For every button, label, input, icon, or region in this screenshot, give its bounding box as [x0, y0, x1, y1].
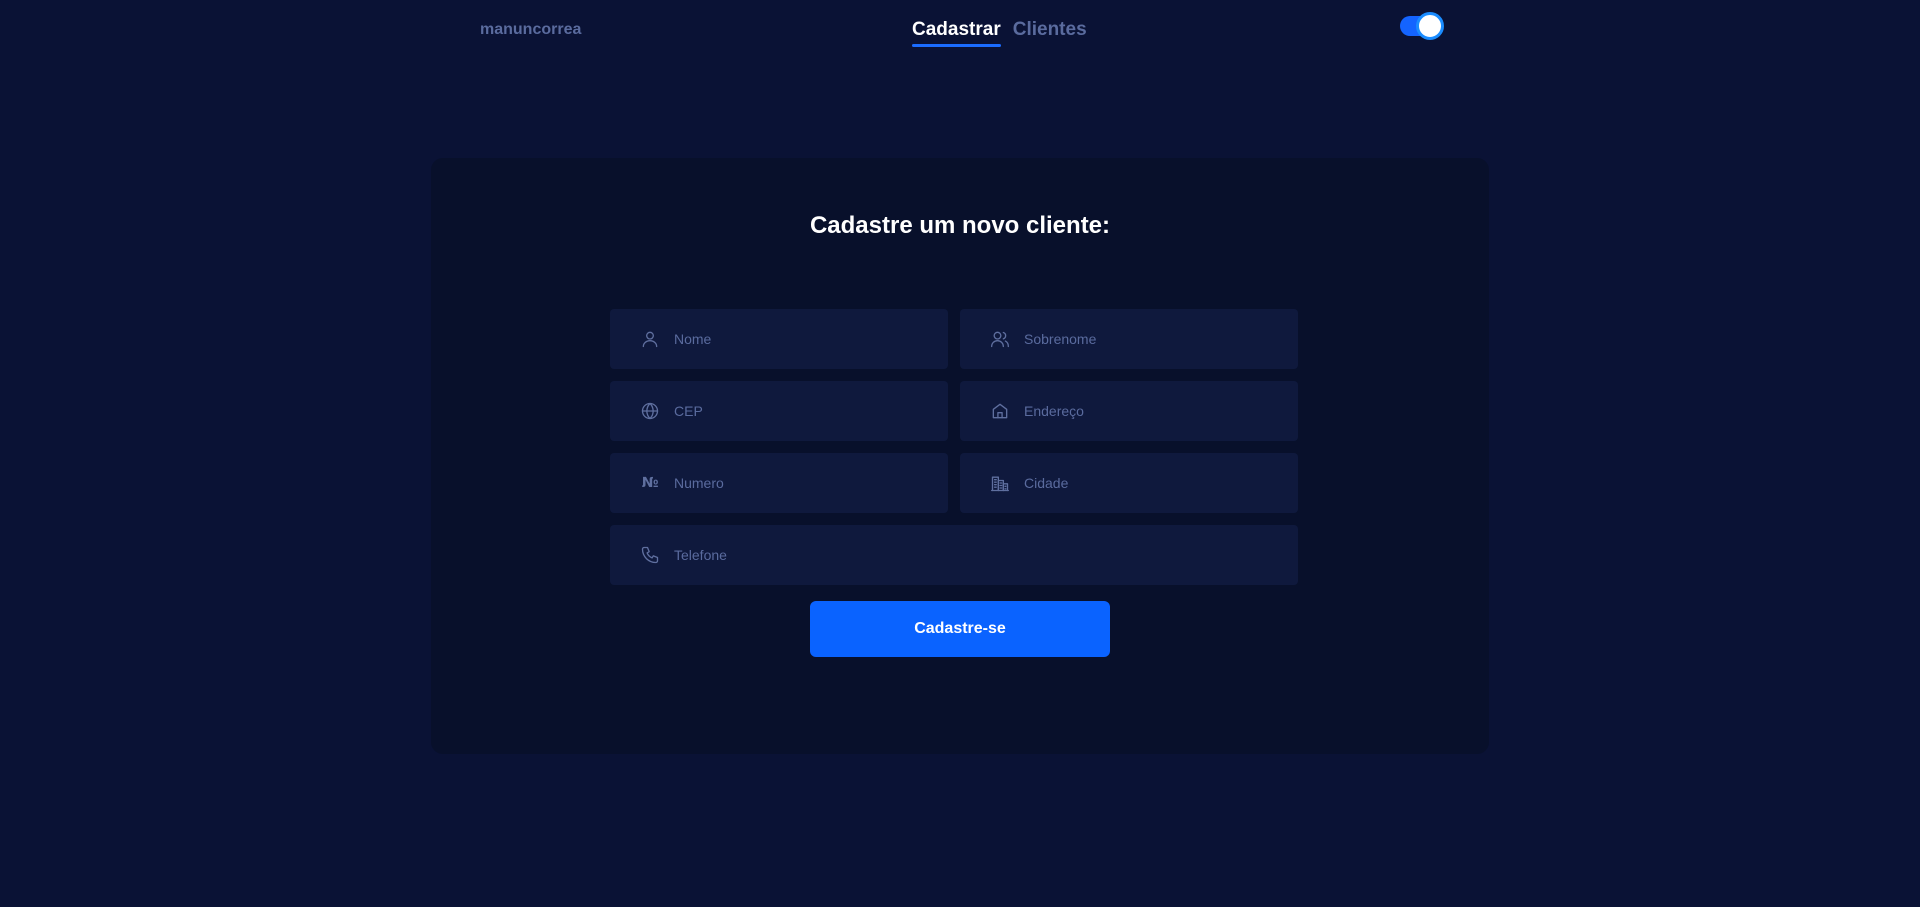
top-navbar: manuncorrea Cadastrar Clientes [0, 0, 1920, 62]
phone-icon [640, 545, 660, 565]
home-icon [990, 401, 1010, 421]
endereco-field[interactable] [960, 381, 1298, 441]
nome-field[interactable] [610, 309, 948, 369]
telefone-field[interactable] [610, 525, 1298, 585]
brand-name[interactable]: manuncorrea [480, 21, 581, 39]
buildings-icon [990, 473, 1010, 493]
submit-button[interactable]: Cadastre-se [810, 601, 1110, 657]
sobrenome-field[interactable] [960, 309, 1298, 369]
register-card: Cadastre um novo cliente: Nome Sobrenome… [431, 158, 1489, 754]
toggle-knob [1416, 12, 1444, 40]
nome-input[interactable] [674, 331, 914, 347]
endereco-input[interactable] [1024, 403, 1264, 419]
numero-sign-icon: № [641, 475, 659, 491]
nav-link-cadastrar[interactable]: Cadastrar [912, 19, 1001, 47]
cep-input[interactable] [674, 403, 914, 419]
users-icon [990, 329, 1010, 349]
form-title: Cadastre um novo cliente: [809, 212, 1111, 239]
sobrenome-input[interactable] [1024, 331, 1264, 347]
cep-field[interactable] [610, 381, 948, 441]
page: manuncorrea Cadastrar Clientes Cadastre … [0, 0, 1920, 907]
numero-field[interactable]: № [610, 453, 948, 513]
theme-toggle[interactable] [1400, 12, 1444, 40]
telefone-input[interactable] [674, 547, 914, 563]
cidade-field[interactable] [960, 453, 1298, 513]
user-icon [640, 329, 660, 349]
main-nav: Cadastrar Clientes [912, 19, 1087, 47]
numero-input[interactable] [674, 475, 914, 491]
nav-link-clientes[interactable]: Clientes [1013, 19, 1087, 44]
cidade-input[interactable] [1024, 475, 1264, 491]
globe-icon [640, 401, 660, 421]
